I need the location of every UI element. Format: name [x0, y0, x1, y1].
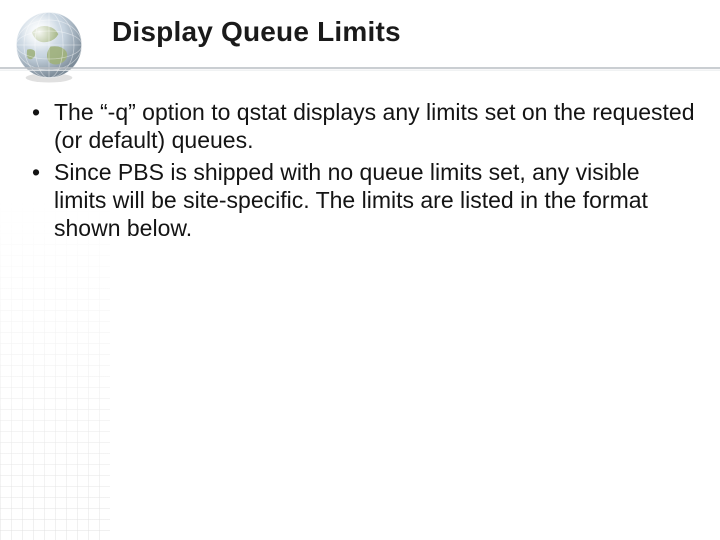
- slide-body: The “-q” option to qstat displays any li…: [26, 98, 696, 246]
- bullet-text: The “-q” option to qstat displays any li…: [54, 99, 695, 153]
- slide: Display Queue Limits The “-q” option to …: [0, 0, 720, 540]
- bullet-text: Since PBS is shipped with no queue limit…: [54, 159, 648, 241]
- slide-title: Display Queue Limits: [112, 16, 696, 48]
- bullet-list: The “-q” option to qstat displays any li…: [26, 98, 696, 242]
- bullet-item: The “-q” option to qstat displays any li…: [26, 98, 696, 154]
- bullet-item: Since PBS is shipped with no queue limit…: [26, 158, 696, 242]
- slide-header: Display Queue Limits: [112, 16, 696, 48]
- decorative-left-grid: [0, 200, 110, 540]
- globe-icon: [10, 6, 88, 84]
- header-divider: [0, 66, 720, 72]
